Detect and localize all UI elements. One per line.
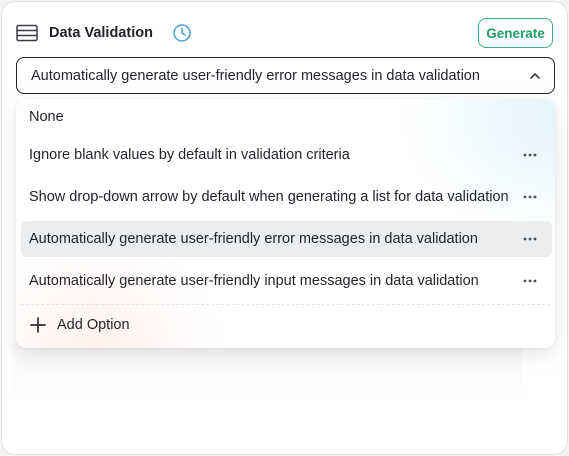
option-ignore-blank[interactable]: Ignore blank values by default in valida… [21,137,552,173]
add-option-label: Add Option [57,317,130,333]
option-label: None [29,109,64,125]
chevron-up-icon [528,69,542,83]
background-panel [12,342,522,402]
option-none[interactable]: None [21,99,552,135]
plus-icon [29,316,47,334]
validation-select[interactable]: Automatically generate user-friendly err… [16,57,555,94]
card-header: Data Validation Generate [16,18,553,48]
more-horizontal-icon[interactable] [522,234,538,244]
dropdown-divider [21,304,550,305]
table-icon [16,24,38,42]
option-input-messages[interactable]: Automatically generate user-friendly inp… [21,263,552,299]
option-label: Automatically generate user-friendly err… [29,231,478,247]
data-validation-card: Data Validation Generate Automatically g… [1,1,568,455]
add-option-button[interactable]: Add Option [21,309,321,341]
more-horizontal-icon[interactable] [522,192,538,202]
more-horizontal-icon[interactable] [522,150,538,160]
clock-icon[interactable] [172,23,192,43]
more-horizontal-icon[interactable] [522,276,538,286]
select-value: Automatically generate user-friendly err… [31,67,480,84]
option-label: Automatically generate user-friendly inp… [29,273,479,289]
generate-button[interactable]: Generate [478,18,553,48]
options-dropdown: None Ignore blank values by default in v… [16,99,555,348]
option-label: Show drop-down arrow by default when gen… [29,189,509,205]
option-show-dropdown-arrow[interactable]: Show drop-down arrow by default when gen… [21,179,552,215]
card-title: Data Validation [49,25,153,41]
option-label: Ignore blank values by default in valida… [29,147,350,163]
option-error-messages[interactable]: Automatically generate user-friendly err… [21,221,552,257]
